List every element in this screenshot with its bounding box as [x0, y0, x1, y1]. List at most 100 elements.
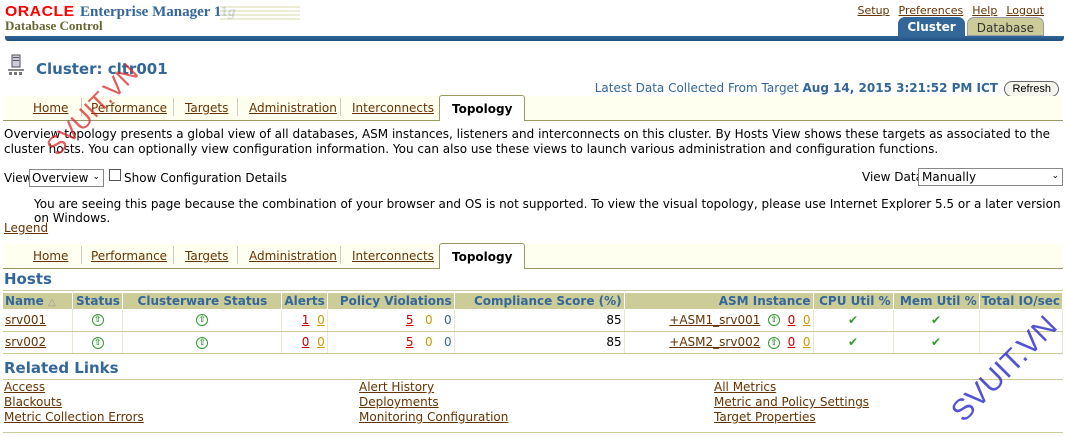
view-select-value: Overview: [32, 171, 89, 185]
asm-alert-critical[interactable]: 0: [788, 313, 796, 327]
status-cell: ⇧: [72, 309, 124, 332]
col-name[interactable]: Name △: [3, 293, 74, 309]
col-total-io: Total IO/sec: [979, 293, 1064, 309]
asm-alert-warning[interactable]: 0: [803, 335, 811, 349]
tab-performance[interactable]: Performance: [91, 249, 167, 263]
all-metrics-link[interactable]: All Metrics: [714, 380, 869, 395]
logout-link[interactable]: Logout: [1006, 4, 1044, 17]
sort-asc-icon: △: [47, 297, 56, 308]
tab-targets[interactable]: Targets: [185, 249, 228, 263]
check-icon: ✔: [848, 335, 859, 349]
legend-link[interactable]: Legend: [4, 221, 48, 235]
alert-history-link[interactable]: Alert History: [359, 380, 508, 395]
chevron-down-icon: ⌄: [92, 172, 100, 182]
browser-message: You are seeing this page because the com…: [34, 197, 1061, 225]
refresh-button[interactable]: Refresh: [1004, 81, 1059, 97]
table-row: srv002 ⇧ ⇧ 0 0 5 0 0 85 +ASM2_srv002 ⇧ 0…: [3, 331, 1064, 354]
help-link[interactable]: Help: [972, 4, 997, 17]
status-up-icon: ⇧: [91, 314, 104, 327]
tab-cluster[interactable]: Cluster: [898, 17, 965, 36]
col-mem-util: Mem Util %: [893, 293, 980, 309]
col-status: Status: [72, 293, 124, 309]
deployments-link[interactable]: Deployments: [359, 395, 508, 410]
status-up-icon: ⇧: [767, 336, 780, 349]
tab-targets[interactable]: Targets: [185, 101, 228, 115]
pv-info: 0: [444, 312, 452, 327]
alert-warning[interactable]: 0: [317, 313, 325, 327]
col-policy-violations: Policy Violations: [327, 293, 455, 309]
host-name[interactable]: srv001: [3, 309, 74, 332]
blackouts-link[interactable]: Blackouts: [4, 395, 144, 410]
related-col-1: Access Blackouts Metric Collection Error…: [4, 380, 144, 425]
compliance-cell: 85: [454, 309, 625, 332]
asm-alert-critical[interactable]: 0: [788, 335, 796, 349]
view-select[interactable]: Overview ⌄: [29, 169, 104, 187]
check-icon: ✔: [931, 312, 942, 327]
col-asm-instance: ASM Instance: [624, 293, 814, 309]
status-up-icon: ⇧: [196, 314, 209, 327]
asm-instance-link[interactable]: +ASM2_srv002: [669, 335, 760, 349]
logo-decoration: [220, 6, 300, 20]
monitoring-configuration-link[interactable]: Monitoring Configuration: [359, 410, 508, 425]
status-up-icon: ⇧: [196, 336, 209, 349]
col-cpu-util: CPU Util %: [813, 293, 894, 309]
tab-interconnects[interactable]: Interconnects: [352, 101, 434, 115]
target-properties-link[interactable]: Target Properties: [714, 410, 869, 425]
asm-cell: +ASM1_srv001 ⇧ 0 0: [624, 309, 814, 332]
tab-separator: [173, 246, 174, 264]
latest-time: Aug 14, 2015 3:21:52 PM ICT: [802, 81, 998, 95]
tab-home[interactable]: Home: [33, 101, 68, 115]
tab-interconnects[interactable]: Interconnects: [352, 249, 434, 263]
cluster-icon: [8, 54, 24, 75]
tab-administration[interactable]: Administration: [249, 249, 337, 263]
access-link[interactable]: Access: [4, 380, 144, 395]
policy-violations-cell: 5 0 0: [327, 331, 455, 354]
product-name: Enterprise Manager 11g: [80, 4, 236, 21]
preferences-link[interactable]: Preferences: [899, 4, 964, 17]
view-data-label: View Data: [862, 170, 923, 184]
divider: [3, 379, 1063, 380]
metric-collection-errors-link[interactable]: Metric Collection Errors: [4, 410, 144, 425]
col-compliance-score: Compliance Score (%): [454, 293, 625, 309]
tab-separator: [340, 246, 341, 264]
alert-critical[interactable]: 1: [302, 313, 310, 327]
cpu-cell: ✔: [813, 309, 894, 332]
compliance-cell: 85: [454, 331, 625, 354]
asm-alert-warning[interactable]: 0: [803, 313, 811, 327]
pv-warning: 0: [424, 312, 433, 327]
col-alerts: Alerts: [281, 293, 328, 309]
setup-link[interactable]: Setup: [858, 4, 890, 17]
pv-critical[interactable]: 5: [406, 335, 414, 349]
alert-warning[interactable]: 0: [317, 335, 325, 349]
header-bar: [5, 36, 1064, 41]
hosts-table: Name △ Status Clusterware Status Alerts …: [3, 293, 1064, 354]
hosts-heading: Hosts: [4, 270, 52, 288]
tab-home[interactable]: Home: [33, 249, 68, 263]
show-config-checkbox[interactable]: [109, 169, 121, 181]
tab-topology[interactable]: Topology: [439, 243, 526, 269]
tab-separator: [340, 98, 341, 116]
asm-instance-link[interactable]: +ASM1_srv001: [669, 313, 760, 327]
clusterware-status-cell: ⇧: [122, 331, 283, 354]
subtabs-top: Home Performance Targets Administration …: [3, 95, 1063, 121]
clusterware-status-cell: ⇧: [122, 309, 283, 332]
divider: [3, 432, 1063, 433]
tab-separator: [237, 98, 238, 116]
alert-critical[interactable]: 0: [302, 335, 310, 349]
mem-cell: ✔: [893, 309, 980, 332]
metric-policy-settings-link[interactable]: Metric and Policy Settings: [714, 395, 869, 410]
host-name[interactable]: srv002: [3, 331, 74, 354]
tab-administration[interactable]: Administration: [249, 101, 337, 115]
latest-data-collected: Latest Data Collected From Target Aug 14…: [595, 81, 998, 95]
col-clusterware-status: Clusterware Status: [122, 293, 283, 309]
tab-separator: [173, 98, 174, 116]
view-data-select[interactable]: Manually ⌄: [918, 168, 1063, 186]
status-up-icon: ⇧: [91, 336, 104, 349]
check-icon: ✔: [848, 312, 859, 327]
top-tabs: Cluster Database: [898, 17, 1044, 36]
check-icon: ✔: [931, 335, 942, 349]
pv-critical[interactable]: 5: [406, 313, 414, 327]
tab-topology[interactable]: Topology: [439, 95, 526, 121]
page-description: Overview topology presents a global view…: [4, 127, 1051, 156]
tab-database[interactable]: Database: [966, 17, 1044, 36]
